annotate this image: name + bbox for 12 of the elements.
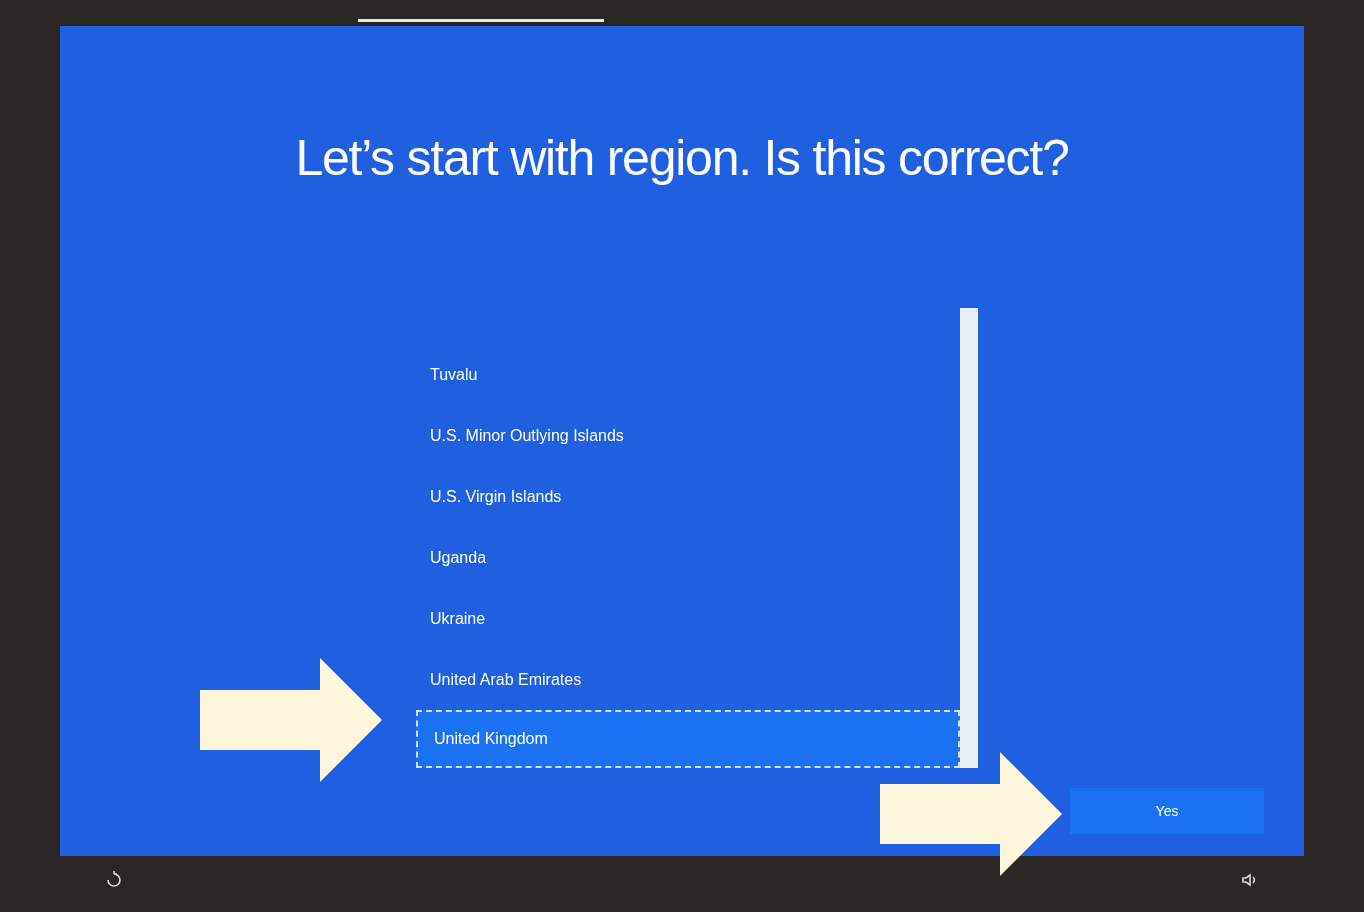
yes-button[interactable]: Yes — [1070, 788, 1264, 834]
region-list-item[interactable]: Ukraine — [416, 588, 960, 649]
region-list-item[interactable]: United Arab Emirates — [416, 649, 960, 710]
arrow-icon — [880, 752, 1062, 876]
region-list-item[interactable]: United Kingdom — [416, 710, 960, 768]
page-title: Let’s start with region. Is this correct? — [295, 129, 1069, 188]
region-list-item[interactable]: U.S. Minor Outlying Islands — [416, 405, 960, 466]
region-list-item[interactable]: Tuvalu — [416, 344, 960, 405]
region-list-item[interactable]: U.S. Virgin Islands — [416, 466, 960, 527]
region-list-item[interactable]: Uganda — [416, 527, 960, 588]
arrow-icon — [200, 658, 382, 782]
scrollbar[interactable] — [960, 308, 978, 768]
